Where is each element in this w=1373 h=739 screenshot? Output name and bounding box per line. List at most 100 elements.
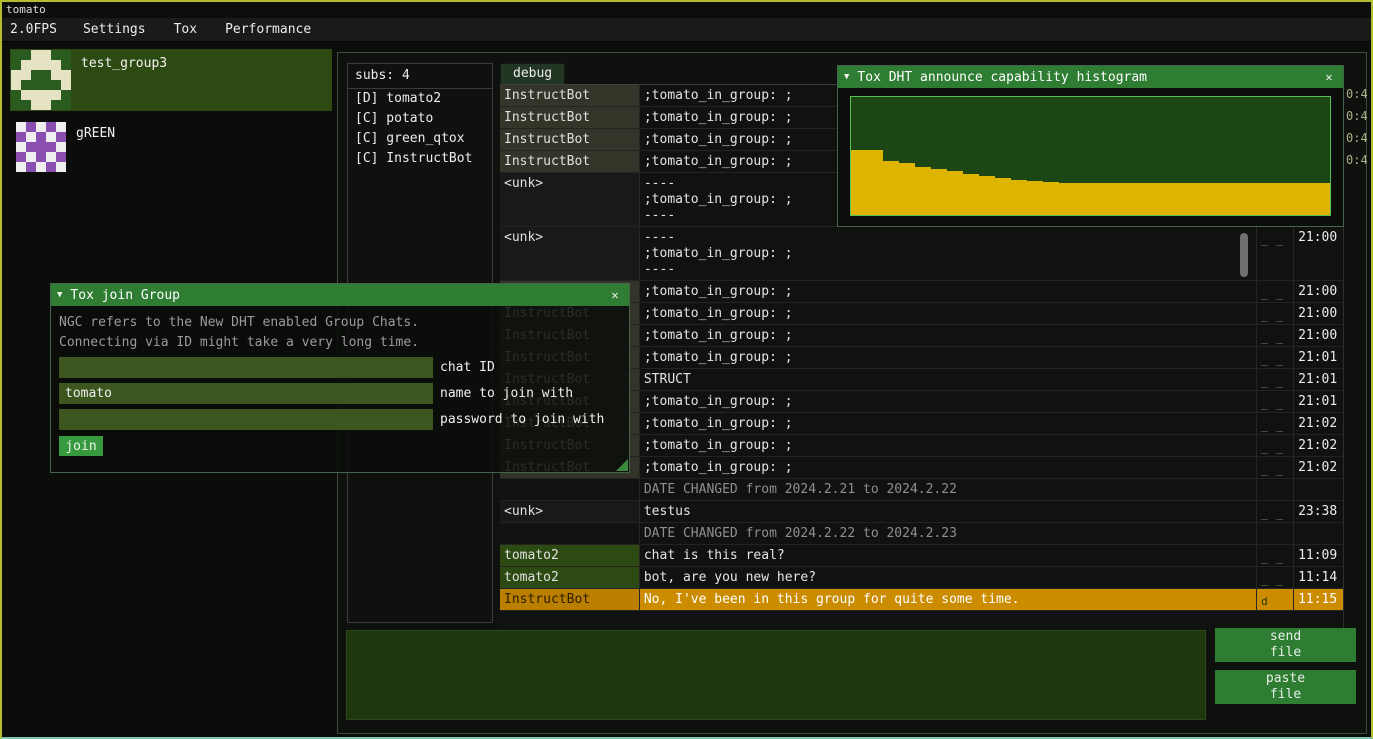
histogram-bar: [883, 161, 899, 215]
app-window: tomato 2.0FPS SettingsToxPerformance tes…: [0, 0, 1373, 739]
histogram-bar: [1107, 183, 1123, 215]
collapse-arrow-icon[interactable]: ▼: [57, 290, 62, 300]
histogram-plot[interactable]: [850, 96, 1331, 216]
chat-row[interactable]: InstructBotNo, I've been in this group f…: [500, 589, 1343, 611]
scrollbar-thumb[interactable]: [1240, 233, 1248, 277]
chat-row-flags: _ _: [1257, 325, 1294, 346]
chat-row-flags: [1257, 479, 1294, 500]
group-label: gREEN: [76, 126, 115, 141]
chat-row-message: testus: [640, 501, 1257, 522]
chat-row-time: 23:38: [1294, 501, 1343, 522]
chat-row-message: ;tomato_in_group: ;: [640, 457, 1257, 478]
group-list: test_group3 gREEN: [10, 49, 332, 189]
subs-header: subs: 4: [348, 64, 492, 89]
chat-row-name: <unk>: [500, 173, 640, 226]
histogram-bar: [995, 178, 1011, 215]
join-password-input[interactable]: [59, 409, 433, 430]
join-password-label: password to join with: [440, 412, 604, 427]
send-file-button[interactable]: send file: [1215, 628, 1356, 662]
chat-row-time: 21:01: [1294, 347, 1343, 368]
send-file-label-line1: send: [1270, 629, 1301, 645]
histogram-bar: [1218, 183, 1234, 215]
histogram-bar: [1027, 181, 1043, 215]
chat-row-flags: _ _: [1257, 435, 1294, 456]
join-button[interactable]: join: [59, 436, 103, 456]
chat-row-name: InstructBot: [500, 129, 640, 150]
chat-row[interactable]: <unk>----;tomato_in_group: ;----_ _21:00: [500, 227, 1343, 281]
menu-item-performance[interactable]: Performance: [211, 18, 325, 41]
histogram-bar: [1298, 183, 1314, 215]
chat-row[interactable]: tomato2chat is this real?_ _11:09: [500, 545, 1343, 567]
menu-item-tox[interactable]: Tox: [160, 18, 211, 41]
histogram-bar: [1154, 183, 1170, 215]
join-window-titlebar[interactable]: ▼ Tox join Group ✕: [51, 284, 629, 306]
chat-row-message: ;tomato_in_group: ;: [640, 391, 1257, 412]
chat-row-time: 21:02: [1294, 435, 1343, 456]
menu-item-settings[interactable]: Settings: [69, 18, 160, 41]
group-avatar: [16, 122, 66, 172]
collapse-arrow-icon[interactable]: ▼: [844, 72, 849, 82]
chat-id-input[interactable]: [59, 357, 433, 378]
histogram-bar: [1202, 183, 1218, 215]
histogram-bar: [1250, 183, 1266, 215]
histogram-bar: [1186, 183, 1202, 215]
subs-item[interactable]: [D] tomato2: [348, 89, 492, 109]
clipped-timestamp: 0:4: [1346, 87, 1368, 109]
chat-row-name: InstructBot: [500, 151, 640, 172]
chat-row-time: 21:01: [1294, 369, 1343, 390]
chat-row-flags: _ _: [1257, 303, 1294, 324]
chat-row-message: ;tomato_in_group: ;: [640, 303, 1257, 324]
subs-list: [D] tomato2[C] potato[C] green_qtox[C] I…: [348, 89, 492, 169]
chat-row-name: InstructBot: [500, 107, 640, 128]
chat-row-flags: _ _: [1257, 347, 1294, 368]
histogram-bar: [1043, 182, 1059, 215]
resize-grip[interactable]: [616, 459, 628, 471]
chat-row-name: [500, 523, 640, 544]
histogram-bar: [915, 167, 931, 215]
subs-item[interactable]: [C] potato: [348, 109, 492, 129]
chat-row-time: 21:01: [1294, 391, 1343, 412]
join-description-line: NGC refers to the New DHT enabled Group …: [59, 314, 621, 332]
subs-item[interactable]: [C] green_qtox: [348, 129, 492, 149]
histogram-bar: [1075, 183, 1091, 215]
chat-row[interactable]: DATE CHANGED from 2024.2.21 to 2024.2.22: [500, 479, 1343, 501]
histogram-bar: [947, 171, 963, 215]
join-window-body: NGC refers to the New DHT enabled Group …: [51, 306, 629, 464]
chat-row[interactable]: tomato2bot, are you new here?_ _11:14: [500, 567, 1343, 589]
chat-row[interactable]: <unk>testus_ _23:38: [500, 501, 1343, 523]
close-icon[interactable]: ✕: [1321, 69, 1337, 85]
chat-row-message: DATE CHANGED from 2024.2.21 to 2024.2.22: [640, 479, 1257, 500]
group-label: test_group3: [81, 56, 167, 71]
fps-counter[interactable]: 2.0FPS: [2, 18, 69, 41]
tab-debug[interactable]: debug: [500, 63, 565, 84]
join-name-row: name to join with: [59, 383, 621, 404]
chat-row-flags: _ _: [1257, 413, 1294, 434]
chat-row-flags: _ _: [1257, 369, 1294, 390]
chat-row-flags: _ _: [1257, 545, 1294, 566]
histogram-window-titlebar[interactable]: ▼ Tox DHT announce capability histogram …: [838, 66, 1343, 88]
join-name-label: name to join with: [440, 386, 573, 401]
send-file-label-line2: file: [1270, 645, 1301, 661]
chat-row-name: InstructBot: [500, 589, 640, 610]
histogram-bar: [1091, 183, 1107, 215]
paste-file-button[interactable]: paste file: [1215, 670, 1356, 704]
join-password-row: password to join with: [59, 409, 621, 430]
histogram-bar: [1122, 183, 1138, 215]
sidebar-group-test_group3[interactable]: test_group3: [10, 49, 332, 111]
chat-row-name: tomato2: [500, 545, 640, 566]
join-name-input[interactable]: [59, 383, 433, 404]
subs-item[interactable]: [C] InstructBot: [348, 149, 492, 169]
chat-row-message: ;tomato_in_group: ;: [640, 281, 1257, 302]
sidebar-group-gREEN[interactable]: gREEN: [10, 119, 332, 181]
close-icon[interactable]: ✕: [607, 287, 623, 303]
message-input[interactable]: [346, 630, 1206, 720]
chat-row-flags: _ _: [1257, 281, 1294, 302]
chat-row-message-line: ----: [644, 262, 1252, 278]
chat-row-message-line: ----: [644, 230, 1252, 246]
histogram-bar: [979, 176, 995, 215]
chat-row-name: InstructBot: [500, 85, 640, 106]
histogram-bar: [1282, 183, 1298, 215]
histogram-bar: [1266, 183, 1282, 215]
chat-row[interactable]: DATE CHANGED from 2024.2.22 to 2024.2.23: [500, 523, 1343, 545]
histogram-bar: [1138, 183, 1154, 215]
